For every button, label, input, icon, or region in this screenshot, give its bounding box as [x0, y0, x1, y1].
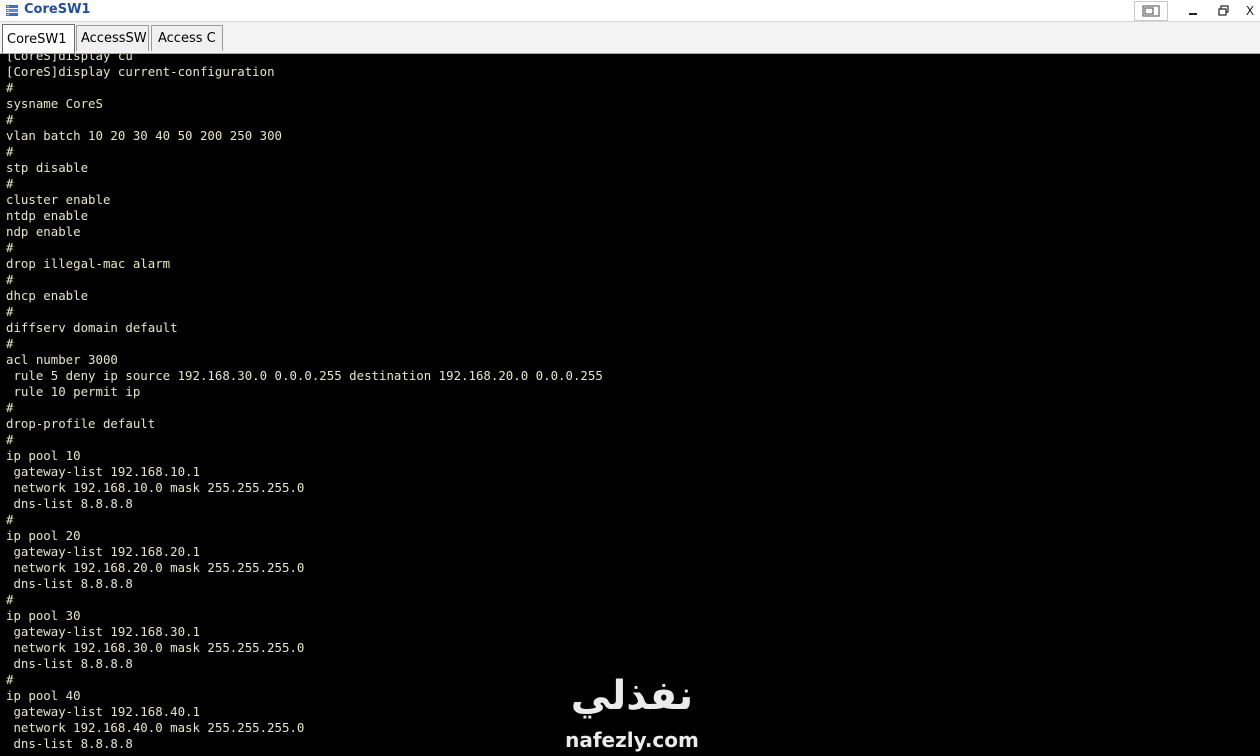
console-line: dhcp enable — [6, 288, 89, 303]
console-line: diffserv domain default — [6, 320, 178, 335]
console-line: gateway-list 192.168.10.1 — [6, 464, 200, 479]
console-line: # — [6, 176, 14, 191]
console-line: dns-list 8.8.8.8 — [6, 576, 133, 591]
close-icon: X — [1245, 3, 1255, 18]
console-line: cluster enable — [6, 192, 111, 207]
console-line: network 192.168.20.0 mask 255.255.255.0 — [6, 560, 305, 575]
tab-label: Access C — [158, 31, 216, 46]
session-tab-strip: CoreSW1 AccessSW Access C — [0, 22, 1260, 54]
console-line: dns-list 8.8.8.8 — [6, 736, 133, 751]
console-line: rule 10 permit ip — [6, 384, 141, 399]
console-line: [CoreS]display current-configuration — [6, 64, 275, 79]
console-line: # — [6, 80, 14, 95]
console-line: drop-profile default — [6, 416, 156, 431]
window-title-bar[interactable]: CoreSW1 X — [0, 0, 1260, 22]
console-line: network 192.168.40.0 mask 255.255.255.0 — [6, 720, 305, 735]
console-line: ip pool 40 — [6, 688, 81, 703]
console-line: # — [6, 144, 14, 159]
tab-label: CoreSW1 — [7, 31, 67, 47]
console-output: [CoreS]display cu [CoreS]display current-… — [6, 54, 603, 752]
window-restore-icon — [1142, 5, 1160, 17]
console-line: network 192.168.30.0 mask 255.255.255.0 — [6, 640, 305, 655]
console-line: acl number 3000 — [6, 352, 118, 367]
console-line: dns-list 8.8.8.8 — [6, 496, 133, 511]
watermark-domain-text: nafezly.com — [565, 728, 699, 752]
console-line: # — [6, 336, 14, 351]
watermark-logo: نفذلي nafezly.com — [552, 672, 712, 756]
console-line: rule 5 deny ip source 192.168.30.0 0.0.0… — [6, 368, 603, 383]
console-line: ntdp enable — [6, 208, 89, 223]
console-line: # — [6, 240, 14, 255]
console-line: # — [6, 304, 14, 319]
console-line: gateway-list 192.168.30.1 — [6, 624, 200, 639]
console-line: dns-list 8.8.8.8 — [6, 656, 133, 671]
console-line: # — [6, 512, 14, 527]
console-line: [CoreS]display cu — [6, 54, 133, 63]
console-line: ip pool 20 — [6, 528, 81, 543]
console-line: # — [6, 112, 14, 127]
app-icon — [6, 5, 18, 16]
close-button[interactable]: X — [1240, 0, 1260, 21]
console-line: gateway-list 192.168.40.1 — [6, 704, 200, 719]
console-line: stp disable — [6, 160, 89, 175]
console-line: ndp enable — [6, 224, 81, 239]
console-line: # — [6, 672, 14, 687]
terminal-console[interactable]: [CoreS]display cu [CoreS]display current-… — [0, 54, 1260, 756]
tab-accesssw[interactable]: AccessSW — [76, 25, 149, 51]
console-line: # — [6, 400, 14, 415]
console-line: network 192.168.10.0 mask 255.255.255.0 — [6, 480, 305, 495]
console-line: gateway-list 192.168.20.1 — [6, 544, 200, 559]
tab-label: AccessSW — [81, 31, 147, 46]
console-line: ip pool 10 — [6, 448, 81, 463]
maximize-button[interactable] — [1208, 0, 1238, 21]
console-line: drop illegal-mac alarm — [6, 256, 171, 271]
restore-alt-button[interactable] — [1134, 1, 1168, 21]
console-line: # — [6, 592, 14, 607]
minimize-icon — [1189, 12, 1197, 15]
console-line: sysname CoreS — [6, 96, 103, 111]
tab-coresw1[interactable]: CoreSW1 — [2, 24, 75, 53]
console-line: # — [6, 272, 14, 287]
minimize-button[interactable] — [1178, 0, 1208, 21]
console-line: ip pool 30 — [6, 608, 81, 623]
console-line: # — [6, 432, 14, 447]
console-line: vlan batch 10 20 30 40 50 200 250 300 — [6, 128, 283, 143]
watermark-arabic-text: نفذلي — [570, 673, 694, 719]
restore-icon — [1217, 5, 1229, 16]
window-title: CoreSW1 — [24, 2, 91, 17]
tab-access-c[interactable]: Access C — [151, 25, 223, 51]
